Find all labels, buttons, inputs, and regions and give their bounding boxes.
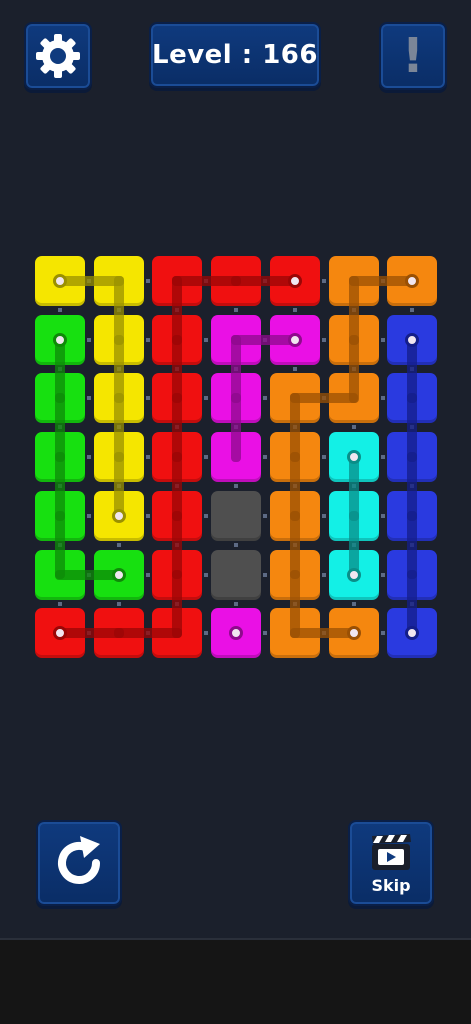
grid-cell-cyan[interactable]	[328, 549, 379, 600]
grid-cell-yellow[interactable]	[93, 256, 144, 306]
grid-cell-orange[interactable]	[328, 314, 379, 365]
settings-button[interactable]	[24, 22, 92, 90]
grid-cell-gray[interactable]	[211, 549, 262, 600]
grid-cell-red[interactable]	[93, 608, 144, 659]
grid-cell-blue[interactable]	[387, 432, 438, 483]
grid-cell-green[interactable]	[35, 549, 85, 600]
grid-cell-orange[interactable]	[269, 373, 320, 424]
grid-cell-orange[interactable]	[328, 608, 379, 659]
skip-label: Skip	[371, 875, 411, 895]
grid-cell-red[interactable]	[211, 256, 262, 306]
grid-cell-orange[interactable]	[269, 490, 320, 541]
hint-button[interactable]: !	[379, 22, 447, 90]
system-bottom-bar	[0, 940, 471, 1024]
grid-cell-gray[interactable]	[211, 490, 262, 541]
grid-cell-red[interactable]	[269, 256, 320, 306]
grid-cell-orange[interactable]	[269, 608, 320, 659]
grid-cell-cyan[interactable]	[328, 432, 379, 483]
grid-cell-blue[interactable]	[387, 608, 438, 659]
grid-cell-magenta[interactable]	[211, 314, 262, 365]
grid-cell-orange[interactable]	[328, 373, 379, 424]
level-label: Level : 166	[152, 40, 318, 70]
grid-cell-magenta[interactable]	[269, 314, 320, 365]
gear-icon	[36, 34, 80, 78]
grid-cell-orange[interactable]	[328, 256, 379, 306]
restart-button[interactable]	[36, 820, 122, 906]
level-indicator: Level : 166	[149, 22, 321, 88]
grid-cell-red[interactable]	[35, 608, 85, 659]
grid-cell-green[interactable]	[35, 373, 85, 424]
grid-cell-red[interactable]	[152, 432, 203, 483]
grid-cell-green[interactable]	[35, 314, 85, 365]
grid-cell-red[interactable]	[152, 373, 203, 424]
grid-cell-orange[interactable]	[387, 256, 438, 306]
grid-cell-red[interactable]	[152, 314, 203, 365]
grid-cell-blue[interactable]	[387, 549, 438, 600]
grid-cell-red[interactable]	[152, 608, 203, 659]
grid-cell-blue[interactable]	[387, 314, 438, 365]
grid-cell-magenta[interactable]	[211, 608, 262, 659]
grid-cell-magenta[interactable]	[211, 432, 262, 483]
grid-cell-orange[interactable]	[269, 549, 320, 600]
grid-cell-yellow[interactable]	[93, 432, 144, 483]
grid-cell-green[interactable]	[35, 490, 85, 541]
exclamation-icon: !	[402, 28, 424, 84]
grid-cell-red[interactable]	[152, 256, 203, 306]
clapperboard-play-icon	[372, 833, 411, 870]
grid-cell-red[interactable]	[152, 549, 203, 600]
grid-cell-magenta[interactable]	[211, 373, 262, 424]
restart-arrow-icon	[58, 836, 100, 884]
grid-cell-cyan[interactable]	[328, 490, 379, 541]
grid-cell-yellow[interactable]	[93, 314, 144, 365]
skip-button[interactable]: Skip	[348, 820, 434, 906]
grid-cell-blue[interactable]	[387, 490, 438, 541]
grid-cell-red[interactable]	[152, 490, 203, 541]
grid-cell-orange[interactable]	[269, 432, 320, 483]
grid-cell-green[interactable]	[93, 549, 144, 600]
grid-cell-blue[interactable]	[387, 373, 438, 424]
grid-cell-yellow[interactable]	[93, 490, 144, 541]
grid-cell-yellow[interactable]	[35, 256, 85, 306]
grid-cell-yellow[interactable]	[93, 373, 144, 424]
grid-cell-green[interactable]	[35, 432, 85, 483]
